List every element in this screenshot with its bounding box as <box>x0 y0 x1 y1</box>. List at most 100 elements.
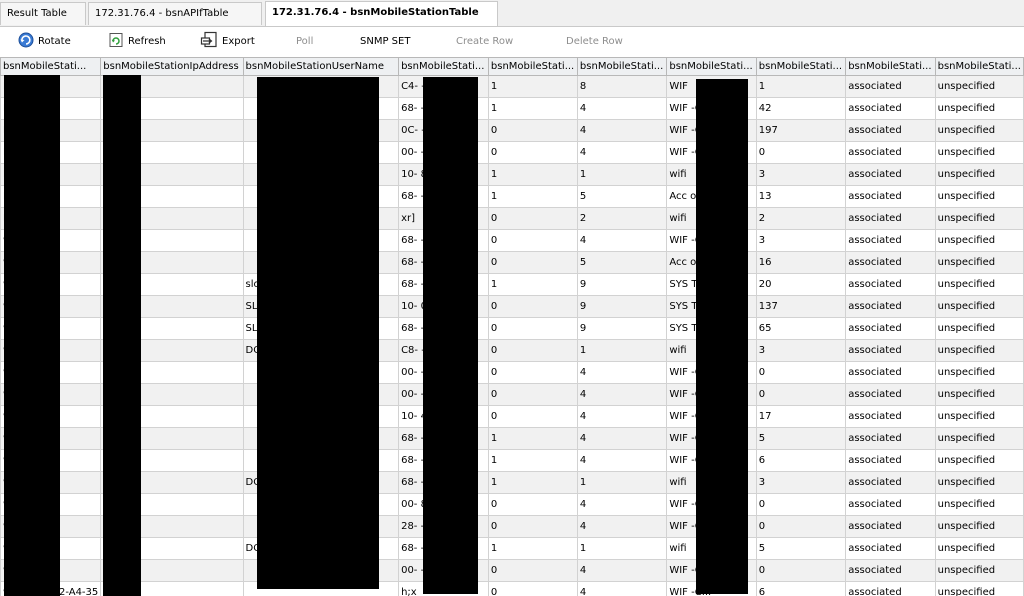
export-button[interactable]: Export <box>200 31 255 53</box>
table-cell[interactable]: 4 <box>576 493 668 516</box>
table-cell[interactable]: 5 <box>576 251 668 274</box>
table-cell[interactable]: 1 <box>576 471 668 494</box>
table-cell[interactable]: associated <box>845 493 936 516</box>
table-cell[interactable]: 0 <box>755 559 847 582</box>
table-cell[interactable]: 0 <box>755 383 847 406</box>
table-cell[interactable]: 4 <box>576 405 668 428</box>
table-row[interactable]: 9C-20-52-32-A4-3517 .42h;x04WIF -C...6as… <box>0 581 1024 596</box>
table-cell[interactable]: unspecified <box>934 339 1024 362</box>
table-cell[interactable]: associated <box>845 229 936 252</box>
table-cell[interactable]: 0 <box>487 251 578 274</box>
table-row[interactable]: 9 9D17 .5868- -4014WIF -C...5associatedu… <box>0 427 1024 450</box>
table-cell[interactable]: unspecified <box>934 361 1024 384</box>
table-cell[interactable]: 0 <box>487 581 578 596</box>
table-cell[interactable]: unspecified <box>934 141 1024 164</box>
table-row[interactable]: 9 6617 .21700- 8-3004WIF -C...0associate… <box>0 493 1024 516</box>
table-cell[interactable]: 4 <box>576 427 668 450</box>
column-header[interactable]: bsnMobileStationIpAddress <box>100 57 244 76</box>
table-cell[interactable]: unspecified <box>934 251 1024 274</box>
table-row[interactable]: 9 -8917 42DOM eC8- -6001wifi3associatedu… <box>0 339 1024 362</box>
table-cell[interactable]: associated <box>845 97 936 120</box>
table-cell[interactable]: 3 <box>755 163 847 186</box>
column-header[interactable]: bsnMobileStati... <box>755 57 847 76</box>
table-cell[interactable]: 1 <box>576 163 668 186</box>
table-cell[interactable]: associated <box>845 295 936 318</box>
table-cell[interactable]: 4 <box>576 559 668 582</box>
table-row[interactable]: 9 -1117 174DOM r68- -6011wifi5associated… <box>0 537 1024 560</box>
table-cell[interactable]: 0 <box>755 493 847 516</box>
table-cell[interactable]: unspecified <box>934 559 1024 582</box>
tab-bsnapiftable[interactable]: 172.31.76.4 - bsnAPIfTable <box>88 2 262 25</box>
table-row[interactable]: 9 D417 .9168- -4005Acc o16associatedunsp… <box>0 251 1024 274</box>
table-cell[interactable]: 1 <box>487 273 578 296</box>
table-row[interactable]: B -CE17 .247xr]02wifi2associatedunspecif… <box>0 207 1024 230</box>
column-header[interactable]: bsnMobileStati... <box>845 57 936 76</box>
table-cell[interactable]: 2 <box>755 207 847 230</box>
table-cell[interactable]: 4 <box>576 515 668 538</box>
table-cell[interactable]: associated <box>845 75 936 98</box>
table-cell[interactable]: associated <box>845 515 936 538</box>
table-cell[interactable]: 4 <box>576 449 668 472</box>
table-cell[interactable]: associated <box>845 427 936 450</box>
table-cell[interactable]: associated <box>845 471 936 494</box>
column-header[interactable]: bsnMobileStati... <box>666 57 757 76</box>
table-cell[interactable]: 0 <box>487 559 578 582</box>
table-cell[interactable]: 1 <box>487 75 578 98</box>
table-cell[interactable]: 1 <box>576 339 668 362</box>
table-row[interactable]: 9 1C10 55SLOG10- 0-2009SYS TICS137associ… <box>0 295 1024 318</box>
table-cell[interactable]: associated <box>845 163 936 186</box>
table-cell[interactable]: 1 <box>487 185 578 208</box>
table-cell[interactable]: 197 <box>755 119 847 142</box>
table-cell[interactable]: 0 <box>487 361 578 384</box>
rotate-button[interactable]: Rotate <box>18 31 71 53</box>
table-row[interactable]: B -2117 .5600- -0004WIF -C...0associated… <box>0 141 1024 164</box>
table-row[interactable]: 9 EF17 .4310- 4-6004WIF -C...17associate… <box>0 405 1024 428</box>
table-cell[interactable]: associated <box>845 141 936 164</box>
table-cell[interactable]: unspecified <box>934 581 1024 596</box>
column-header[interactable]: bsnMobileStati... <box>0 57 102 76</box>
table-cell[interactable]: unspecified <box>934 229 1024 252</box>
table-row[interactable]: B 8917 .660C- -8004WIF -C...197associate… <box>0 119 1024 142</box>
table-cell[interactable]: 17 <box>755 405 847 428</box>
table-cell[interactable]: unspecified <box>934 163 1024 186</box>
table-cell[interactable]: unspecified <box>934 119 1024 142</box>
column-header[interactable]: bsnMobileStati... <box>398 57 489 76</box>
table-cell[interactable]: 1 <box>487 471 578 494</box>
refresh-button[interactable]: Refresh <box>108 31 166 53</box>
table-row[interactable]: 9 -4717 .8268- -0004WIF -C...3associated… <box>0 229 1024 252</box>
table-cell[interactable]: 3 <box>755 339 847 362</box>
table-cell[interactable]: 8 <box>576 75 668 98</box>
table-cell[interactable]: 1 <box>755 75 847 98</box>
table-row[interactable]: 9 D817 .7868- -4014WIF -C...6associatedu… <box>0 449 1024 472</box>
table-cell[interactable]: associated <box>845 581 936 596</box>
table-cell[interactable]: unspecified <box>934 515 1024 538</box>
table-cell[interactable]: associated <box>845 273 936 296</box>
table-cell[interactable]: unspecified <box>934 273 1024 296</box>
table-cell[interactable]: 0 <box>487 207 578 230</box>
table-cell[interactable]: 4 <box>576 119 668 142</box>
table-cell[interactable]: unspecified <box>934 405 1024 428</box>
table-cell[interactable]: associated <box>845 207 936 230</box>
table-row[interactable]: 9 4017 .21900- -0004WIF -C...0associated… <box>0 383 1024 406</box>
table-cell[interactable]: associated <box>845 405 936 428</box>
table-cell[interactable]: 3 <box>755 229 847 252</box>
table-cell[interactable]: 0 <box>755 141 847 164</box>
table-cell[interactable]: unspecified <box>934 207 1024 230</box>
mobile-station-table[interactable]: bsnMobileStati... bsnMobileStationIpAddr… <box>0 57 1024 596</box>
table-row[interactable]: 9 8610 48slog\68- -0019SYS TICS20associa… <box>0 273 1024 296</box>
table-cell[interactable]: 1 <box>487 427 578 450</box>
close-icon[interactable]: × <box>496 7 497 18</box>
table-cell[interactable]: unspecified <box>934 383 1024 406</box>
table-cell[interactable]: 5 <box>576 185 668 208</box>
table-cell[interactable]: associated <box>845 185 936 208</box>
table-cell[interactable]: 1 <box>487 537 578 560</box>
table-cell[interactable]: 0 <box>487 317 578 340</box>
column-header[interactable]: bsnMobileStationUserName <box>242 57 400 76</box>
table-cell[interactable]: 16 <box>755 251 847 274</box>
table-cell[interactable]: 1 <box>487 163 578 186</box>
table-row[interactable]: 9 A317 .13300- -0004WIF -C...0associated… <box>0 361 1024 384</box>
table-cell[interactable]: 3 <box>755 471 847 494</box>
table-cell[interactable]: 65 <box>755 317 847 340</box>
table-cell[interactable]: 4 <box>576 97 668 120</box>
table-cell[interactable]: associated <box>845 339 936 362</box>
